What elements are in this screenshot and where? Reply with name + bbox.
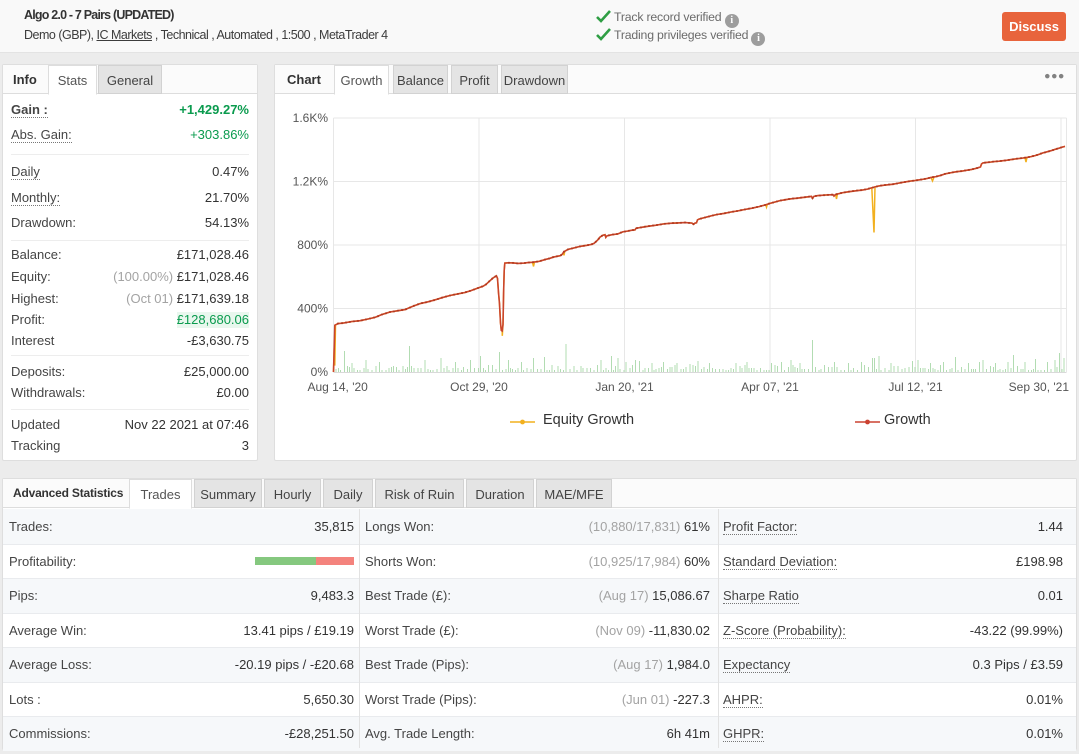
svg-text:800%: 800% [297, 238, 328, 252]
svg-text:Jul 12, '21: Jul 12, '21 [888, 380, 943, 394]
svg-text:Apr 07, '21: Apr 07, '21 [741, 380, 799, 394]
svg-text:Jan 20, '21: Jan 20, '21 [595, 380, 654, 394]
svg-text:Sep 30, '21: Sep 30, '21 [1009, 380, 1070, 394]
svg-text:400%: 400% [297, 302, 328, 316]
svg-text:Oct 29, '20: Oct 29, '20 [450, 380, 508, 394]
svg-text:Aug 14, '20: Aug 14, '20 [308, 380, 369, 394]
svg-text:1.6K%: 1.6K% [293, 111, 329, 125]
svg-text:0%: 0% [311, 365, 329, 379]
svg-text:1.2K%: 1.2K% [293, 175, 329, 189]
